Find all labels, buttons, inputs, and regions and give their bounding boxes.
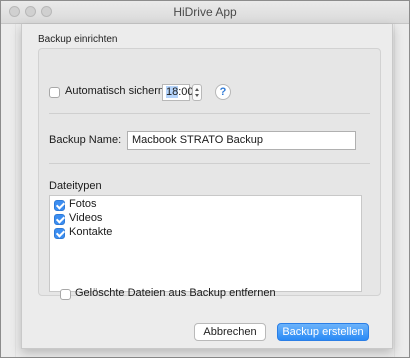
list-item: Fotos <box>69 198 97 210</box>
create-backup-button[interactable]: Backup erstellen <box>277 323 369 341</box>
filetypes-list: Fotos Videos Kontakte <box>49 195 362 292</box>
cancel-button[interactable]: Abbrechen <box>194 323 266 341</box>
filetypes-label: Dateitypen <box>49 180 102 192</box>
remove-deleted-checkbox[interactable] <box>60 289 71 300</box>
stepper-up-icon[interactable] <box>195 88 199 91</box>
auto-backup-checkbox[interactable] <box>49 87 60 98</box>
settings-group: Automatisch sichern 18:00 ? Backup Name:… <box>38 48 381 296</box>
videos-checkbox[interactable] <box>54 214 65 225</box>
window-title: HiDrive App <box>173 5 237 19</box>
list-item: Kontakte <box>69 226 113 238</box>
backup-name-label: Backup Name: <box>49 134 122 146</box>
divider <box>49 163 370 164</box>
help-button[interactable]: ? <box>215 84 231 100</box>
time-hour[interactable]: 18 <box>166 86 179 98</box>
backup-name-input[interactable]: Macbook STRATO Backup <box>127 131 356 150</box>
time-stepper[interactable] <box>192 84 202 101</box>
title-bar: HiDrive App <box>1 1 409 24</box>
fotos-checkbox[interactable] <box>54 200 65 211</box>
stepper-down-icon[interactable] <box>195 94 199 97</box>
list-item: Videos <box>69 212 103 224</box>
app-window: HiDrive App Backup einrichten Automatisc… <box>0 0 410 358</box>
kontakte-checkbox[interactable] <box>54 228 65 239</box>
section-title: Backup einrichten <box>38 34 118 45</box>
backup-setup-sheet: Backup einrichten Automatisch sichern 18… <box>21 24 393 349</box>
divider <box>49 113 370 114</box>
backup-time-field[interactable]: 18:00 <box>162 84 194 101</box>
auto-backup-label: Automatisch sichern <box>65 85 165 97</box>
remove-deleted-label: Gelöschte Dateien aus Backup entfernen <box>75 287 276 299</box>
